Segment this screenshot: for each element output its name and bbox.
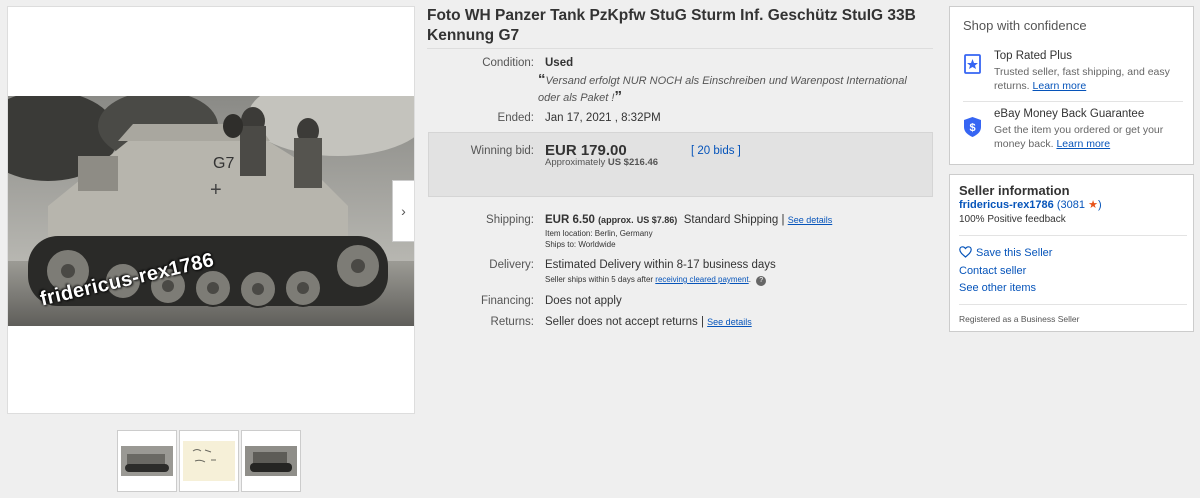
top-rated-badge-icon [964,54,981,74]
condition-label: Condition: [482,57,534,69]
delivery-note-suffix: . [748,275,751,284]
main-image-viewer[interactable]: G7 + fridericus-rex1786 › [7,6,415,414]
help-icon[interactable]: ? [756,276,767,286]
seller-score-close: ) [1097,199,1102,211]
quote-open-mark: “ [538,71,546,88]
svg-text:G7: G7 [213,155,234,172]
winning-bid-panel: Winning bid: EUR 179.00 Approximately US… [428,132,933,197]
seller-divider [959,235,1187,236]
shipping-usd: US $7.86) [636,215,678,225]
delivery-note-prefix: Seller ships within 5 days after [545,275,654,284]
returns-see-details-link[interactable]: See details [707,317,752,327]
returns-value: Seller does not accept returns | [545,316,704,328]
money-back-desc: Get the item you ordered or get your mon… [994,123,1184,151]
confidence-heading: Shop with confidence [963,18,1087,33]
save-seller-button[interactable]: Save this Seller [959,246,1052,259]
winning-bid-approx: Approximately US $216.46 [545,157,658,168]
heart-icon [959,246,972,258]
shipping-method: Standard Shipping | [683,214,785,226]
delivery-value: Estimated Delivery within 8-17 business … [545,259,776,271]
shipping-approx: (approx. [598,215,634,225]
quote-close-mark: ” [614,88,622,105]
ended-label: Ended: [497,112,534,124]
top-rated-learn-more-link[interactable]: Learn more [1033,80,1087,92]
approx-value: US $216.46 [607,157,659,168]
seller-divider-2 [959,304,1187,305]
seller-name-line: fridericus-rex1786 (3081 ★) [959,198,1102,211]
svg-text:+: + [210,179,222,201]
seller-note-text: Versand erfolgt NUR NOCH als Einschreibe… [538,75,907,104]
thumbnail-strip [117,430,301,492]
financing-label: Financing: [480,295,534,307]
thumbnail-2[interactable] [179,430,239,492]
thumbnail-tank-image [245,446,297,476]
next-image-button[interactable]: › [392,180,414,242]
thumbnail-back-image [183,441,235,481]
business-seller-note: Registered as a Business Seller [959,314,1080,324]
winning-bid-label: Winning bid: [470,145,534,157]
shipping-label: Shipping: [486,214,534,226]
thumbnail-tank-image [121,446,173,476]
returns-value-wrap: Seller does not accept returns | See det… [545,316,752,328]
thumbnail-3[interactable] [241,430,301,492]
top-rated-title: Top Rated Plus [994,50,1072,62]
money-back-title: eBay Money Back Guarantee [994,108,1145,120]
item-title: Foto WH Panzer Tank PzKpfw StuG Sturm In… [427,7,916,44]
title-divider [427,48,933,49]
shipping-see-details-link[interactable]: See details [788,215,833,225]
shield-dollar-icon: $ [964,117,981,137]
approx-prefix: Approximately [545,157,606,168]
shipping-price: EUR 6.50 [545,214,595,226]
thumbnail-1[interactable] [117,430,177,492]
cleared-payment-link[interactable]: receiving cleared payment [655,275,748,284]
save-seller-label: Save this Seller [976,247,1053,259]
star-icon: ★ [1088,199,1098,211]
ended-value: Jan 17, 2021 , 8:32PM [545,112,661,124]
shop-with-confidence-panel: Shop with confidence Top Rated Plus Trus… [949,6,1194,165]
seller-heading: Seller information [959,183,1070,198]
see-other-items-link[interactable]: See other items [959,282,1036,294]
contact-seller-link[interactable]: Contact seller [959,265,1026,277]
svg-text:$: $ [969,122,975,134]
money-back-learn-more-link[interactable]: Learn more [1056,138,1110,150]
delivery-label: Delivery: [489,259,534,271]
bid-count-link[interactable]: [ 20 bids ] [691,145,741,157]
seller-information-panel: Seller information fridericus-rex1786 (3… [949,174,1194,332]
seller-note: “Versand erfolgt NUR NOCH als Einschreib… [538,72,930,106]
top-rated-desc: Trusted seller, fast shipping, and easy … [994,65,1184,93]
seller-feedback-percent: 100% Positive feedback [959,214,1066,225]
ships-to: Ships to: Worldwide [545,240,616,249]
returns-label: Returns: [490,316,534,328]
seller-name-link[interactable]: fridericus-rex1786 [959,199,1054,211]
chevron-right-icon: › [401,203,406,219]
confidence-divider [963,101,1183,102]
delivery-note: Seller ships within 5 days after receivi… [545,274,767,286]
seller-feedback-score-link[interactable]: 3081 [1061,199,1085,211]
financing-value: Does not apply [545,295,622,307]
condition-value: Used [545,57,574,69]
shipping-value: EUR 6.50 (approx. US $7.86) Standard Shi… [545,214,832,226]
